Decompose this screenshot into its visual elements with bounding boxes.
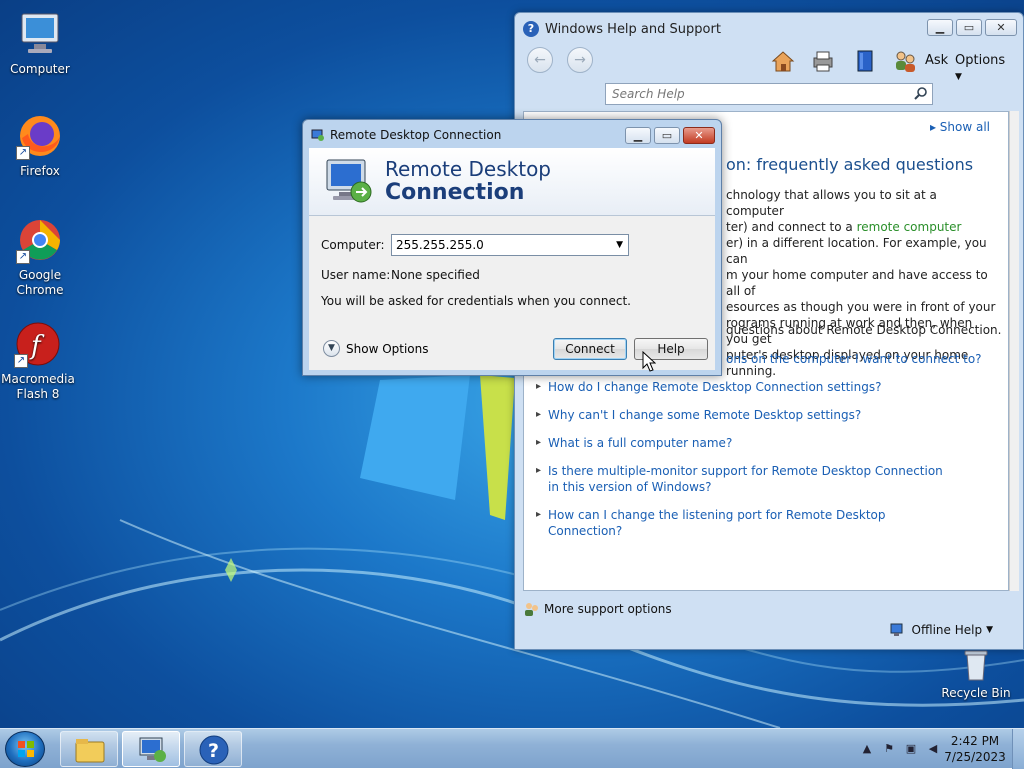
taskbar-help[interactable]: ? <box>184 731 242 767</box>
more-support-options[interactable]: More support options <box>523 601 672 617</box>
mouse-cursor-icon <box>642 351 656 372</box>
credentials-note: You will be asked for credentials when y… <box>321 294 631 308</box>
offline-help-menu[interactable]: Offline Help ▼ <box>890 623 993 637</box>
rdc-body: Computer: 255.255.255.0 ▼ User name: Non… <box>309 216 715 370</box>
show-all-link[interactable]: ▸ Show all <box>930 120 990 134</box>
clock[interactable]: 2:42 PM 7/25/2023 <box>944 733 1006 765</box>
forward-button[interactable]: → <box>567 47 593 73</box>
rdc-small-icon <box>311 129 324 141</box>
rdc-banner-line2: Connection <box>385 180 525 205</box>
clock-time: 2:42 PM <box>950 734 1000 748</box>
username-label: User name: <box>321 268 391 282</box>
remote-computer-link[interactable]: remote computer <box>857 220 962 234</box>
taskbar: ? ▲ ⚑ ▣ ◀ 2:42 PM 7/25/2023 <box>0 728 1024 769</box>
faq-link[interactable]: How can I change the listening port for … <box>536 507 958 539</box>
svg-text:?: ? <box>208 740 219 762</box>
flash-icon: f ↗ <box>14 320 62 368</box>
connect-button[interactable]: Connect <box>553 338 627 360</box>
desktop-icon-label: Firefox <box>20 164 60 178</box>
rdc-dialog: Remote Desktop Connection ▁ ▭ ✕ Remote D… <box>302 119 722 376</box>
home-icon[interactable] <box>771 49 795 73</box>
rdc-banner: Remote Desktop Connection <box>309 148 715 216</box>
help-intro-text: questions about Remote Desktop Connectio… <box>726 323 1002 337</box>
chevron-down-icon[interactable]: ▼ <box>616 235 623 255</box>
desktop-icon-firefox[interactable]: ↗ Firefox <box>2 112 78 179</box>
computer-combobox[interactable]: 255.255.255.0 ▼ <box>391 234 629 256</box>
options-menu[interactable]: Options ▼ <box>955 53 1013 83</box>
firefox-icon: ↗ <box>16 112 64 160</box>
help-icon: ? <box>523 21 539 37</box>
offline-help-icon <box>890 623 903 636</box>
minimize-button[interactable]: ▁ <box>625 127 651 144</box>
desktop-icon-label: Google Chrome <box>16 268 64 297</box>
rdc-caption-buttons: ▁ ▭ ✕ <box>625 127 715 144</box>
back-button[interactable]: ← <box>527 47 553 73</box>
close-button[interactable]: ✕ <box>683 127 715 144</box>
show-options-toggle[interactable]: ▼ Show Options <box>323 340 429 357</box>
shortcut-arrow-icon: ↗ <box>16 146 30 160</box>
help-article-heading: on: frequently asked questions <box>726 155 974 174</box>
ask-icon[interactable] <box>893 49 917 73</box>
faq-link[interactable]: ons on the computer I want to connect to… <box>714 351 996 367</box>
desktop-icon-label: Computer <box>10 62 70 76</box>
ask-label[interactable]: Ask <box>925 53 948 68</box>
chevron-down-icon: ▼ <box>323 340 340 357</box>
browse-help-icon[interactable] <box>853 49 877 73</box>
faq-link[interactable]: How do I change Remote Desktop Connectio… <box>536 379 958 395</box>
volume-icon[interactable]: ◀ <box>925 741 941 757</box>
desktop-icon-label: Macromedia Flash 8 <box>1 372 75 401</box>
minimize-button[interactable]: ▁ <box>927 19 953 36</box>
recycle-bin-icon <box>959 648 993 682</box>
windows-logo-icon <box>18 741 34 757</box>
username-value: None specified <box>391 268 480 282</box>
network-icon[interactable]: ▣ <box>903 741 919 757</box>
faq-link[interactable]: What is a full computer name? <box>536 435 958 451</box>
desktop-icon-recycle-bin[interactable]: Recycle Bin <box>938 648 1014 701</box>
faq-link[interactable]: Is there multiple-monitor support for Re… <box>536 463 948 495</box>
folder-icon <box>75 739 105 763</box>
chrome-icon: ↗ <box>16 216 64 264</box>
close-button[interactable]: ✕ <box>985 19 1017 36</box>
remote-desktop-icon <box>326 159 372 203</box>
clock-date: 7/25/2023 <box>944 750 1006 764</box>
support-icon <box>525 603 538 616</box>
remote-desktop-icon <box>139 737 166 762</box>
chevron-down-icon: ▼ <box>986 625 993 635</box>
search-icon[interactable] <box>914 86 928 100</box>
shortcut-arrow-icon: ↗ <box>14 354 28 368</box>
rdc-banner-line1: Remote Desktop <box>385 157 552 181</box>
desktop-icon-label: Recycle Bin <box>941 686 1011 700</box>
help-toolbar: ← → Ask Options ▼ <box>525 47 1013 82</box>
chevron-down-icon: ▼ <box>955 72 962 82</box>
taskbar-explorer[interactable] <box>60 731 118 767</box>
maximize-button[interactable]: ▭ <box>956 19 982 36</box>
taskbar-remote-desktop[interactable] <box>122 731 180 767</box>
computer-label: Computer: <box>321 238 385 252</box>
desktop-icon-chrome[interactable]: ↗ Google Chrome <box>2 216 78 298</box>
show-hidden-icons-icon[interactable]: ▲ <box>859 741 875 757</box>
maximize-button[interactable]: ▭ <box>654 127 680 144</box>
help-window-title: ? Windows Help and Support <box>523 21 721 37</box>
help-scrollbar[interactable] <box>1009 111 1019 591</box>
help-caption-buttons: ▁ ▭ ✕ <box>927 19 1017 36</box>
help-icon: ? <box>199 735 229 765</box>
shortcut-arrow-icon: ↗ <box>16 250 30 264</box>
system-tray: ▲ ⚑ ▣ ◀ 2:42 PM 7/25/2023 <box>856 729 1024 769</box>
print-icon[interactable] <box>811 49 835 73</box>
computer-value: 255.255.255.0 <box>396 238 484 252</box>
desktop-icon-flash[interactable]: f ↗ Macromedia Flash 8 <box>0 320 76 402</box>
faq-link[interactable]: Why can't I change some Remote Desktop s… <box>536 407 958 423</box>
action-center-flag-icon[interactable]: ⚑ <box>881 741 897 757</box>
search-help-input[interactable]: Search Help <box>605 83 933 105</box>
computer-icon <box>16 10 64 58</box>
desktop-icon-computer[interactable]: Computer <box>2 10 78 77</box>
show-desktop-button[interactable] <box>1012 729 1024 769</box>
rdc-title-bar: Remote Desktop Connection <box>311 128 501 142</box>
start-button[interactable] <box>5 731 45 767</box>
